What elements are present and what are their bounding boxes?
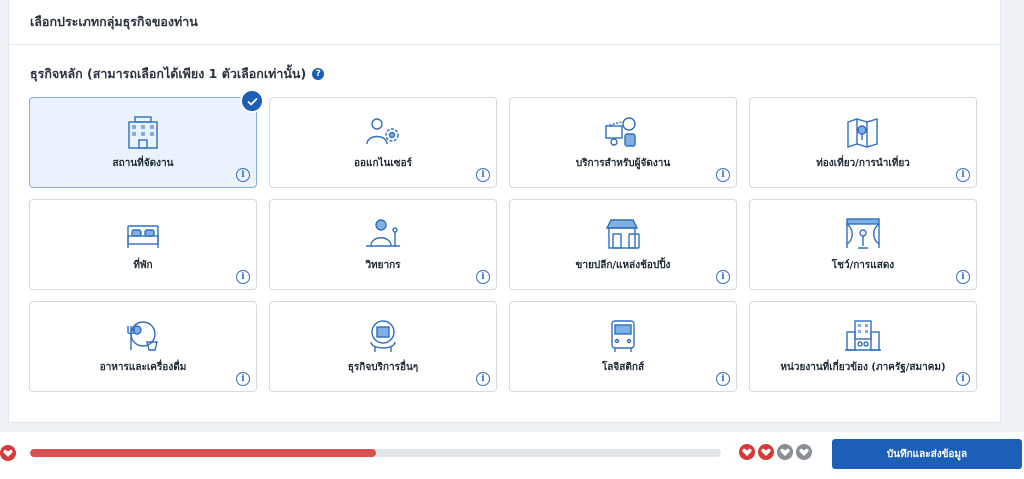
info-icon[interactable]: i <box>236 372 250 386</box>
question-icon[interactable]: ? <box>312 68 325 80</box>
card-tourism[interactable]: ท่องเที่ยว/การนำเที่ยว i <box>749 97 977 188</box>
info-icon[interactable]: i <box>476 270 490 284</box>
progress-fill <box>30 449 376 457</box>
heart-icon <box>0 445 16 461</box>
info-icon[interactable]: i <box>956 372 970 386</box>
info-icon[interactable]: i <box>956 168 970 182</box>
card-label: ที่พัก <box>133 260 153 271</box>
heart-empty-icon <box>796 444 812 460</box>
card-label: ธุรกิจบริการอื่นๆ <box>347 362 419 373</box>
card-label: วิทยากร <box>365 260 401 271</box>
info-icon[interactable]: i <box>716 168 730 182</box>
info-icon[interactable]: i <box>716 270 730 284</box>
building-icon <box>128 116 158 149</box>
check-icon <box>240 89 264 113</box>
card-logistics[interactable]: โลจิสติกส์ i <box>509 301 737 392</box>
card-show[interactable]: โชว์/การแสดง i <box>749 199 977 290</box>
bus-icon <box>611 320 635 352</box>
info-icon[interactable]: i <box>476 372 490 386</box>
government-icon <box>845 320 881 351</box>
progress-bar <box>30 449 721 457</box>
heart-empty-icon <box>777 444 793 460</box>
event-services-icon <box>605 117 636 147</box>
card-label: อาหารและเครื่องดื่ม <box>99 362 187 373</box>
card-other-services[interactable]: ธุรกิจบริการอื่นๆ i <box>269 301 497 392</box>
card-retail[interactable]: ขายปลีก/แหล่งช้อปปิ้ง i <box>509 199 737 290</box>
business-type-grid: สถานที่จัดงาน i ออแกไนเซอร์ i บริการสำหร… <box>29 89 977 392</box>
service-icon <box>370 320 396 352</box>
section-title-row: ธุรกิจหลัก (สามารถเลือกได้เพียง 1 ตัวเลื… <box>30 64 325 84</box>
organizer-icon <box>366 118 399 145</box>
card-government[interactable]: หน่วยงานที่เกี่ยวข้อง (ภาครัฐ/สมาคม) i <box>749 301 977 392</box>
business-type-panel: เลือกประเภทกลุ่มธุรกิจของท่าน ธุรกิจหลัก… <box>8 0 1001 423</box>
shop-icon <box>605 219 640 249</box>
card-label: โลจิสติกส์ <box>601 362 645 373</box>
info-icon[interactable]: i <box>716 372 730 386</box>
card-food-drink[interactable]: อาหารและเครื่องดื่ม i <box>29 301 257 392</box>
card-label: ท่องเที่ยว/การนำเที่ยว <box>816 158 910 169</box>
card-speaker[interactable]: วิทยากร i <box>269 199 497 290</box>
card-accommodation[interactable]: ที่พัก i <box>29 199 257 290</box>
info-icon[interactable]: i <box>956 270 970 284</box>
bed-icon <box>127 225 159 248</box>
speaker-icon <box>366 219 400 247</box>
heart-filled-icon <box>739 444 755 460</box>
map-icon <box>847 118 878 148</box>
card-label: หน่วยงานที่เกี่ยวข้อง (ภาครัฐ/สมาคม) <box>780 362 946 373</box>
card-label: ออแกไนเซอร์ <box>354 158 412 169</box>
lives-indicator <box>739 444 812 460</box>
food-drink-icon <box>127 321 158 351</box>
card-event-services[interactable]: บริการสำหรับผู้จัดงาน i <box>509 97 737 188</box>
panel-title: เลือกประเภทกลุ่มธุรกิจของท่าน <box>9 0 1000 45</box>
info-icon[interactable]: i <box>236 270 250 284</box>
submit-button[interactable]: บันทึกและส่งข้อมูล <box>832 439 1022 469</box>
card-label: สถานที่จัดงาน <box>112 158 174 169</box>
info-icon[interactable]: i <box>476 168 490 182</box>
card-venue[interactable]: สถานที่จัดงาน i <box>29 89 264 188</box>
card-label: บริการสำหรับผู้จัดงาน <box>575 158 671 169</box>
info-icon[interactable]: i <box>236 168 250 182</box>
card-label: ขายปลีก/แหล่งช้อปปิ้ง <box>575 260 671 271</box>
card-label: โชว์/การแสดง <box>831 260 895 271</box>
section-title: ธุรกิจหลัก (สามารถเลือกได้เพียง 1 ตัวเลื… <box>30 66 307 81</box>
heart-filled-icon <box>758 444 774 460</box>
card-organizer[interactable]: ออแกไนเซอร์ i <box>269 97 497 188</box>
stage-icon <box>846 218 880 249</box>
